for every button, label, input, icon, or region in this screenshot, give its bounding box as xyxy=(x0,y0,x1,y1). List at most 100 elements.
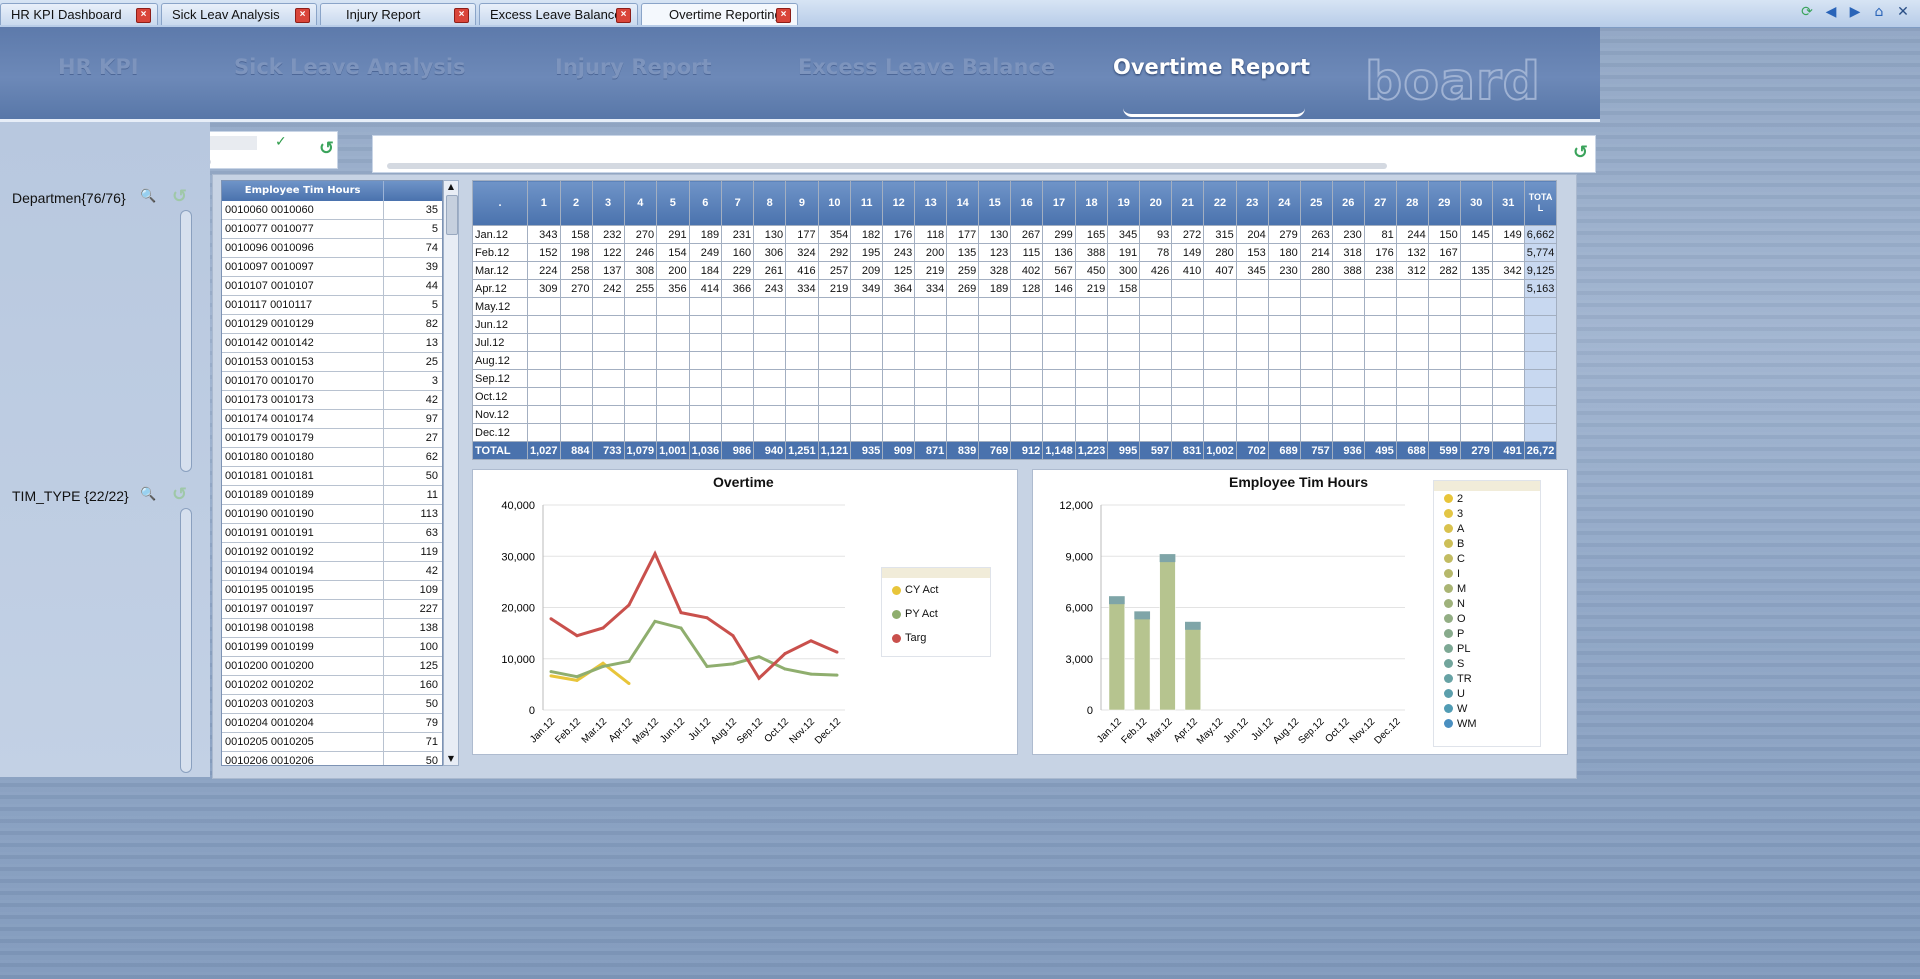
table-row[interactable]: 0010205 0010205 71 xyxy=(222,733,442,752)
nav-overtime-report[interactable]: Overtime Report xyxy=(1113,55,1310,79)
table-row[interactable]: 0010107 0010107 44 xyxy=(222,277,442,296)
search-icon[interactable]: 🔍 xyxy=(140,189,156,204)
check-icon[interactable]: ✓ xyxy=(275,134,287,150)
table-row[interactable]: 0010142 0010142 13 xyxy=(222,334,442,353)
legend-item[interactable]: WM xyxy=(1434,716,1540,731)
grid-row[interactable]: Feb.12 152 198 122 246 154 249 160 306 324 292 195 2… xyxy=(472,243,1558,262)
table-row[interactable]: 0010173 0010173 42 xyxy=(222,391,442,410)
table-row[interactable]: 0010181 0010181 50 xyxy=(222,467,442,486)
grid-row[interactable]: Apr.12 309 270 242 255 356 414 366 243 334 219 349 3… xyxy=(472,279,1558,298)
close-icon[interactable]: × xyxy=(454,8,469,23)
legend-item[interactable]: 3 xyxy=(1434,506,1540,521)
refresh-icon[interactable]: ⟳ xyxy=(1798,3,1816,21)
close-icon[interactable]: × xyxy=(776,8,791,23)
table-row[interactable]: 0010198 0010198 138 xyxy=(222,619,442,638)
legend-item[interactable]: M xyxy=(1434,581,1540,596)
grid-row[interactable]: Jun.12 xyxy=(472,315,1558,334)
table-row[interactable]: 0010096 0010096 74 xyxy=(222,239,442,258)
legend-item[interactable]: A xyxy=(1434,521,1540,536)
grid-row[interactable]: May.12 xyxy=(472,297,1558,316)
nav-sick-leave-analysis[interactable]: Sick Leave Analysis xyxy=(234,55,466,79)
refresh-icon[interactable]: ↺ xyxy=(1573,142,1588,163)
legend-item[interactable]: P xyxy=(1434,626,1540,641)
tab-injury-report[interactable]: Injury Report × xyxy=(320,3,476,25)
legend-item[interactable]: W xyxy=(1434,701,1540,716)
table-row[interactable]: 0010202 0010202 160 xyxy=(222,676,442,695)
back-icon[interactable]: ◀ xyxy=(1822,3,1840,21)
table-row[interactable]: 0010190 0010190 113 xyxy=(222,505,442,524)
legend-item[interactable]: PL xyxy=(1434,641,1540,656)
scroll-down-icon[interactable]: ▼ xyxy=(445,754,457,764)
top-selector[interactable] xyxy=(372,135,1596,173)
table-row[interactable]: 0010129 0010129 82 xyxy=(222,315,442,334)
scroll-thumb[interactable] xyxy=(446,195,458,235)
table-row[interactable]: 0010206 0010206 50 xyxy=(222,752,442,765)
close-icon[interactable]: × xyxy=(136,8,151,23)
nav-hr-kpi[interactable]: HR KPI xyxy=(58,55,139,79)
scroll-up-icon[interactable]: ▲ xyxy=(445,182,457,192)
table-row[interactable]: 0010189 0010189 11 xyxy=(222,486,442,505)
close-icon[interactable]: × xyxy=(616,8,631,23)
table-row[interactable]: 0010179 0010179 27 xyxy=(222,429,442,448)
legend-item[interactable]: Targ xyxy=(882,626,990,650)
tim-type-scrollbar[interactable] xyxy=(180,508,192,773)
table-row[interactable]: 0010060 0010060 35 xyxy=(222,201,442,220)
legend-item[interactable]: I xyxy=(1434,566,1540,581)
close-window-icon[interactable]: ✕ xyxy=(1894,3,1912,21)
refresh-icon[interactable]: ↺ xyxy=(172,186,187,207)
legend-item[interactable]: U xyxy=(1434,686,1540,701)
tim-type-filter-title[interactable]: TIM_TYPE {22/22} xyxy=(12,488,129,504)
table-row[interactable]: 0010192 0010192 119 xyxy=(222,543,442,562)
grid-cell: 137 xyxy=(591,261,625,280)
table-row[interactable]: 0010203 0010203 50 xyxy=(222,695,442,714)
grid-row[interactable]: Nov.12 xyxy=(472,405,1558,424)
table-row[interactable]: 0010077 0010077 5 xyxy=(222,220,442,239)
selector-scrollbar[interactable] xyxy=(387,163,1387,169)
nav-injury-report[interactable]: Injury Report xyxy=(555,55,712,79)
table-row[interactable]: 0010194 0010194 42 xyxy=(222,562,442,581)
table-row[interactable]: 0010180 0010180 62 xyxy=(222,448,442,467)
nav-excess-leave-balance[interactable]: Excess Leave Balance xyxy=(798,55,1055,79)
table-row[interactable]: 0010197 0010197 227 xyxy=(222,600,442,619)
refresh-icon[interactable]: ↺ xyxy=(319,138,334,159)
department-filter-title[interactable]: Departmen{76/76} xyxy=(12,190,126,206)
tab-hr-kpi-dashboard[interactable]: HR KPI Dashboard × xyxy=(0,3,158,25)
table-row[interactable]: 0010200 0010200 125 xyxy=(222,657,442,676)
refresh-icon[interactable]: ↺ xyxy=(172,484,187,505)
legend-item[interactable]: O xyxy=(1434,611,1540,626)
table-row[interactable]: 0010174 0010174 97 xyxy=(222,410,442,429)
legend-item[interactable]: PY Act xyxy=(882,602,990,626)
table-row[interactable]: 0010199 0010199 100 xyxy=(222,638,442,657)
legend-item[interactable]: C xyxy=(1434,551,1540,566)
legend-item[interactable]: B xyxy=(1434,536,1540,551)
table-row[interactable]: 0010097 0010097 39 xyxy=(222,258,442,277)
legend-item[interactable]: S xyxy=(1434,656,1540,671)
grid-row[interactable]: Jan.12 343 158 232 270 291 189 231 130 177 354 182 1… xyxy=(472,225,1558,244)
table-row[interactable]: 0010153 0010153 25 xyxy=(222,353,442,372)
search-icon[interactable]: 🔍 xyxy=(140,487,156,502)
legend-item[interactable]: TR xyxy=(1434,671,1540,686)
table-row[interactable]: 0010117 0010117 5 xyxy=(222,296,442,315)
grid-row[interactable]: Oct.12 xyxy=(472,387,1558,406)
tab-excess-leave-balance[interactable]: Excess Leave Balance × xyxy=(479,3,638,25)
forward-icon[interactable]: ▶ xyxy=(1846,3,1864,21)
grid-row[interactable]: Mar.12 224 258 137 308 200 184 229 261 416 257 209 1… xyxy=(472,261,1558,280)
grid-row[interactable]: Sep.12 xyxy=(472,369,1558,388)
table-row[interactable]: 0010195 0010195 109 xyxy=(222,581,442,600)
employee-table-scrollbar[interactable]: ▲ ▼ xyxy=(443,180,459,766)
home-icon[interactable]: ⌂ xyxy=(1870,3,1888,21)
legend-item[interactable]: 2 xyxy=(1434,491,1540,506)
tab-overtime-reporting[interactable]: Overtime Reporting × xyxy=(641,3,798,25)
department-scrollbar[interactable] xyxy=(180,210,192,472)
table-row[interactable]: 0010170 0010170 3 xyxy=(222,372,442,391)
legend-item[interactable]: CY Act xyxy=(882,578,990,602)
grid-row[interactable]: Dec.12 xyxy=(472,423,1558,442)
grid-row[interactable]: Aug.12 xyxy=(472,351,1558,370)
legend-item[interactable]: N xyxy=(1434,596,1540,611)
table-row[interactable]: 0010204 0010204 79 xyxy=(222,714,442,733)
grid-row[interactable]: Jul.12 xyxy=(472,333,1558,352)
close-icon[interactable]: × xyxy=(295,8,310,23)
employee-column-header[interactable]: Employee Tim Hours xyxy=(222,181,385,201)
tab-sick-leav-analysis[interactable]: Sick Leav Analysis × xyxy=(161,3,317,25)
table-row[interactable]: 0010191 0010191 63 xyxy=(222,524,442,543)
